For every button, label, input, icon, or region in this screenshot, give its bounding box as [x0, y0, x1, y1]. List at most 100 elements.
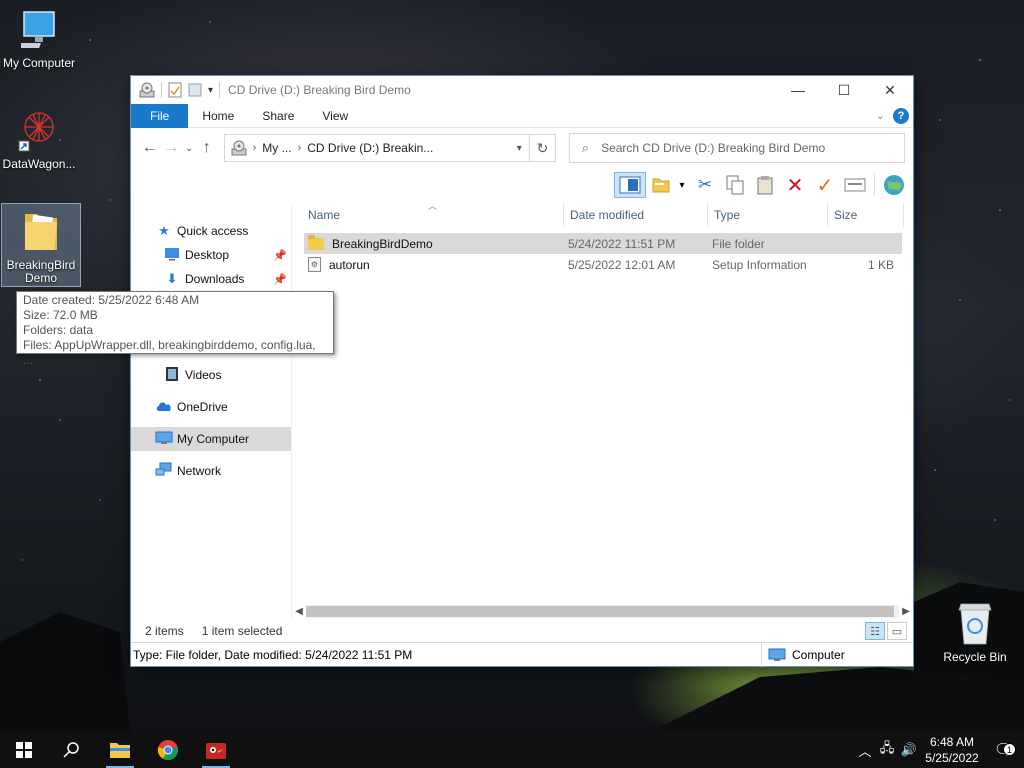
window-title: CD Drive (D:) Breaking Bird Demo	[228, 83, 411, 97]
navigation-pane: ★ Quick access Desktop 📌 ⬇ Downloads 📌 V…	[131, 203, 291, 620]
nav-item-downloads[interactable]: ⬇ Downloads 📌	[131, 267, 291, 291]
file-row-autorun[interactable]: ⚙ autorun 5/25/2022 12:01 AM Setup Infor…	[304, 254, 902, 275]
new-folder-toolbar-icon[interactable]	[650, 172, 672, 198]
action-center-button[interactable]: 🗨 1	[984, 740, 1024, 760]
expand-ribbon-icon[interactable]: ⌄	[876, 109, 885, 122]
cd-drive-icon	[139, 82, 155, 98]
column-header-size[interactable]: Size	[828, 203, 904, 227]
nav-item-onedrive[interactable]: OneDrive	[131, 395, 291, 419]
desktop-icon-datawagon[interactable]: DataWagon...	[0, 105, 78, 171]
scroll-right-icon[interactable]: ▶	[899, 606, 913, 617]
clock[interactable]: 6:48 AM 5/25/2022	[920, 734, 984, 766]
start-button[interactable]	[0, 732, 48, 768]
qat-separator	[219, 82, 221, 98]
nav-item-label: Network	[177, 464, 222, 478]
delete-icon[interactable]: ✕	[782, 172, 808, 198]
selection-count: 1 item selected	[201, 624, 283, 638]
new-folder-icon[interactable]	[188, 82, 202, 98]
scroll-left-icon[interactable]: ◀	[292, 606, 306, 617]
datawagon-app-icon	[18, 112, 54, 152]
recent-locations-chevron-icon[interactable]: ⌄	[182, 136, 196, 160]
close-button[interactable]: ✕	[867, 76, 913, 104]
title-bar[interactable]: ▾ CD Drive (D:) Breaking Bird Demo — ☐ ✕	[131, 76, 913, 104]
nav-item-quick-access[interactable]: ★ Quick access	[131, 219, 291, 243]
navigation-bar: ← → ⌄ ↑ › My ... › CD Drive (D:) Breakin…	[131, 128, 913, 168]
customize-qat-icon[interactable]: ▾	[208, 85, 213, 96]
minimize-button[interactable]: —	[775, 76, 821, 104]
tab-share[interactable]: Share	[248, 104, 308, 128]
file-row-breakingbirddemo[interactable]: BreakingBirdDemo 5/24/2022 11:51 PM File…	[304, 233, 902, 254]
nav-item-label: OneDrive	[177, 400, 228, 414]
breadcrumb-cd-drive[interactable]: CD Drive (D:) Breakin...	[307, 141, 433, 155]
file-list: ︿ Name Date modified Type Size BreakingB…	[291, 201, 913, 620]
tab-file[interactable]: File	[131, 103, 189, 128]
refresh-button[interactable]: ↻	[530, 134, 556, 162]
videos-icon	[163, 366, 181, 385]
cut-icon[interactable]: ✂	[692, 172, 718, 198]
back-arrow-icon[interactable]: ←	[139, 136, 161, 160]
desktop-icon-breakingbird-demo[interactable]: BreakingBird Demo	[1, 203, 81, 287]
address-bar[interactable]: › My ... › CD Drive (D:) Breakin... ▾	[223, 134, 531, 162]
copy-icon[interactable]	[722, 172, 748, 198]
nav-item-desktop[interactable]: Desktop 📌	[131, 243, 291, 267]
breadcrumb-chevron-icon[interactable]: ›	[253, 142, 257, 154]
taskbar-chrome[interactable]	[144, 732, 192, 768]
search-box[interactable]: ⌕ Search CD Drive (D:) Breaking Bird Dem…	[568, 133, 905, 163]
scroll-thumb[interactable]	[306, 606, 894, 617]
file-date: 5/25/2022 12:01 AM	[568, 257, 676, 272]
pin-icon: 📌	[273, 249, 287, 262]
horizontal-scrollbar[interactable]: ◀ ▶	[292, 603, 913, 620]
clock-date: 5/25/2022	[925, 751, 979, 765]
details-status-bar: Type: File folder, Date modified: 5/24/2…	[131, 642, 913, 667]
paste-icon[interactable]	[752, 172, 778, 198]
tooltip-size: Size: 72.0 MB	[23, 308, 98, 322]
tab-home[interactable]: Home	[188, 104, 248, 128]
breakingbird-app-icon	[206, 743, 226, 759]
network-status-icon[interactable]: 🖧	[876, 739, 898, 761]
dropdown-icon[interactable]: ▾	[676, 172, 688, 198]
address-dropdown-icon[interactable]: ▾	[509, 143, 529, 154]
computer-icon	[768, 648, 786, 661]
column-headers: ︿ Name Date modified Type Size	[292, 201, 913, 227]
download-icon: ⬇	[166, 271, 178, 286]
preview-pane-icon[interactable]	[614, 172, 646, 198]
globe-icon[interactable]	[881, 172, 907, 198]
desktop-icon-recycle-bin[interactable]: Recycle Bin	[936, 600, 1014, 664]
search-button[interactable]	[48, 732, 96, 768]
star-icon: ★	[158, 223, 170, 238]
scroll-track[interactable]	[306, 605, 899, 618]
tooltip-folders: Folders: data	[23, 323, 94, 337]
desktop-icon-my-computer[interactable]: My Computer	[0, 10, 78, 70]
windows-logo-icon	[16, 742, 32, 758]
location-label: Computer	[792, 648, 845, 662]
network-icon	[155, 462, 173, 481]
column-header-type[interactable]: Type	[708, 203, 828, 227]
file-name-cell: BreakingBirdDemo	[304, 234, 564, 251]
help-icon[interactable]: ?	[893, 107, 909, 124]
taskbar-file-explorer[interactable]	[96, 732, 144, 768]
rename-check-icon[interactable]: ✓	[812, 172, 838, 198]
folder-icon	[308, 234, 324, 250]
properties-panel-icon[interactable]	[842, 172, 868, 198]
nav-item-my-computer[interactable]: My Computer	[131, 427, 291, 451]
forward-arrow-icon[interactable]: →	[161, 136, 183, 160]
breadcrumb-my-computer[interactable]: My ...	[262, 141, 291, 155]
taskbar-breakingbird[interactable]	[192, 732, 240, 768]
show-hidden-icons-chevron-icon[interactable]: ︿	[854, 741, 876, 760]
pin-icon: 📌	[273, 273, 287, 286]
tab-view[interactable]: View	[308, 104, 362, 128]
details-view-icon[interactable]: ☷	[865, 622, 885, 640]
toolbar-separator	[874, 174, 875, 196]
properties-icon[interactable]	[168, 82, 182, 98]
large-icons-view-icon[interactable]: ▭	[887, 622, 907, 640]
breadcrumb-chevron-icon[interactable]: ›	[298, 142, 302, 154]
nav-item-network[interactable]: Network	[131, 459, 291, 483]
window-controls: — ☐ ✕	[775, 76, 913, 104]
up-arrow-icon[interactable]: ↑	[196, 136, 218, 160]
cd-drive-icon	[231, 140, 247, 156]
nav-item-label: Desktop	[185, 248, 230, 262]
taskbar: ︿ 🖧 🔊 6:48 AM 5/25/2022 🗨 1	[0, 732, 1024, 768]
volume-icon[interactable]: 🔊	[898, 742, 920, 758]
column-header-date-modified[interactable]: Date modified	[564, 203, 708, 227]
maximize-button[interactable]: ☐	[821, 76, 867, 104]
